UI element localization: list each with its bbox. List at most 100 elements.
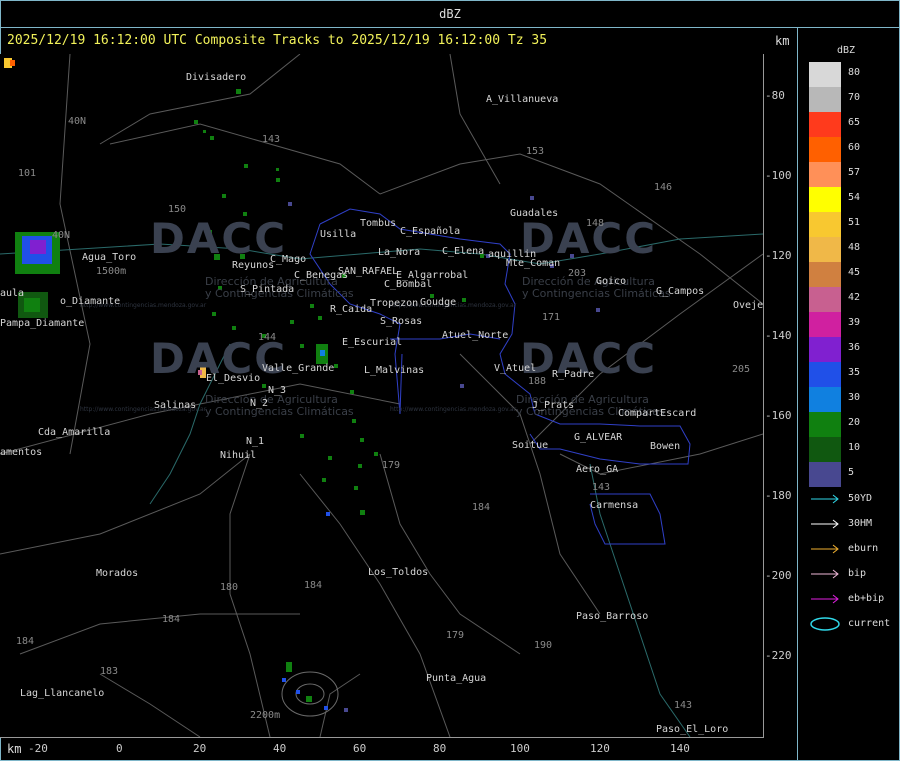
town-label: G_Campos [656, 286, 705, 297]
town-label: Usilla [320, 229, 357, 240]
legend-swatch [809, 62, 841, 87]
town-label: C_Bombal [384, 279, 433, 290]
town-label: N_1 [246, 436, 265, 447]
watermark-logo: DACC [150, 214, 288, 263]
town-label: N_2 [250, 398, 269, 409]
y-tick: -100 [765, 169, 792, 182]
x-tick: -20 [28, 742, 48, 755]
town-label: E_Escurial [342, 337, 403, 348]
town-label: J_Prats [532, 400, 575, 411]
x-axis-unit: km [7, 742, 22, 756]
town-label: Salinas [154, 400, 197, 411]
town-label: amentos [0, 447, 43, 458]
y-tick: -180 [765, 489, 792, 502]
road-label: 40N [52, 230, 71, 241]
x-tick: 60 [353, 742, 367, 755]
x-tick: 20 [193, 742, 207, 755]
town-label: Punta_Agua [426, 673, 487, 684]
window-title: dBZ [0, 0, 900, 28]
road-label: 184 [472, 502, 491, 513]
y-tick: -80 [765, 89, 785, 102]
legend-value: 80 [848, 67, 861, 78]
town-label: Tropezon [370, 298, 419, 309]
town-label: Carmensa [590, 500, 639, 511]
town-label: Paso_Barroso [576, 611, 649, 622]
track-label: current [848, 618, 891, 629]
town-label: Agua_Toro [82, 252, 137, 263]
town-label: Reyunos [232, 260, 275, 271]
town-label: L_Malvinas [364, 365, 425, 376]
road-label: 148 [586, 218, 605, 229]
elevation-label: 1500m [96, 266, 127, 277]
road-label: 146 [654, 182, 673, 193]
x-tick: 140 [670, 742, 690, 755]
watermark-url: http://www.contingencias.mendoza.gov.ar [390, 406, 517, 413]
track-arrow-icon [811, 594, 839, 604]
panel-divider [797, 28, 798, 761]
y-tick: -160 [765, 409, 792, 422]
y-tick: -200 [765, 569, 792, 582]
town-label: N_3 [268, 385, 287, 396]
town-label: aula [0, 288, 25, 299]
road-label: 150 [168, 204, 187, 215]
town-label: Los_Toldos [368, 567, 429, 578]
legend-value: 70 [848, 92, 861, 103]
legend-swatch [809, 462, 841, 487]
road-label: 101 [18, 168, 37, 179]
x-tick: 100 [510, 742, 530, 755]
legend-swatch [809, 212, 841, 237]
town-label: G_ALVEAR [574, 432, 623, 443]
town-label: Pampa_Diamante [0, 318, 85, 329]
legend-value: 51 [848, 217, 861, 228]
town-label: Tombus [360, 218, 397, 229]
road-label: 184 [16, 636, 35, 647]
town-label: R_Caida [330, 304, 373, 315]
track-label: 30HM [848, 518, 873, 529]
legend-swatch [809, 137, 841, 162]
legend-value: 39 [848, 317, 861, 328]
legend-value: 35 [848, 367, 861, 378]
town-label: Divisadero [186, 72, 247, 83]
town-label: C_Elena [442, 246, 485, 257]
road-label: 188 [528, 376, 547, 387]
town-label: V_Atuel [494, 363, 537, 374]
road-label: 143 [674, 700, 693, 711]
track-label: bip [848, 568, 867, 579]
town-label: Aero_GA [576, 464, 619, 475]
town-label: Guadales [510, 208, 559, 219]
track-arrow-icon [811, 494, 839, 504]
legend-swatch [809, 237, 841, 262]
composite-header: 2025/12/19 16:12:00 UTC Composite Tracks… [7, 33, 548, 48]
town-label: S_Rosas [380, 316, 423, 327]
legend-swatch [809, 312, 841, 337]
legend-swatch [809, 162, 841, 187]
x-tick: 40 [273, 742, 287, 755]
radar-map[interactable]: DACC Dirección de Agricultura y Continge… [0, 54, 764, 738]
track-label: eb+bip [848, 593, 885, 604]
legend-value: 20 [848, 417, 861, 428]
town-label: Goudge [420, 297, 457, 308]
current-ellipse-icon [810, 617, 840, 631]
legend-value: 54 [848, 192, 861, 203]
town-label: Lag_Llancanelo [20, 688, 105, 699]
legend-title: dBZ [837, 45, 856, 56]
road-label: 179 [446, 630, 465, 641]
town-label: R_Padre [552, 369, 595, 380]
track-arrow-icon [811, 569, 839, 579]
town-label: C_Mago [270, 254, 307, 265]
town-label: Atuel_Norte [442, 330, 509, 341]
town-label: o_Diamante [60, 296, 121, 307]
town-label: Valle_Grande [262, 363, 335, 374]
watermark-line2: y Contingencias Climáticas [522, 287, 671, 300]
legend-value: 57 [848, 167, 861, 178]
town-label: Ovejer [733, 300, 764, 311]
legend-swatch [809, 337, 841, 362]
legend-swatch [809, 87, 841, 112]
town-label: Soitue [512, 440, 549, 451]
town-label: Goico [596, 276, 627, 287]
town-label: La_Nora [378, 247, 421, 258]
town-label: SAN_RAFAEL [338, 266, 399, 277]
legend-value: 30 [848, 392, 861, 403]
road-label: 143 [262, 134, 281, 145]
legend-value: 45 [848, 267, 861, 278]
